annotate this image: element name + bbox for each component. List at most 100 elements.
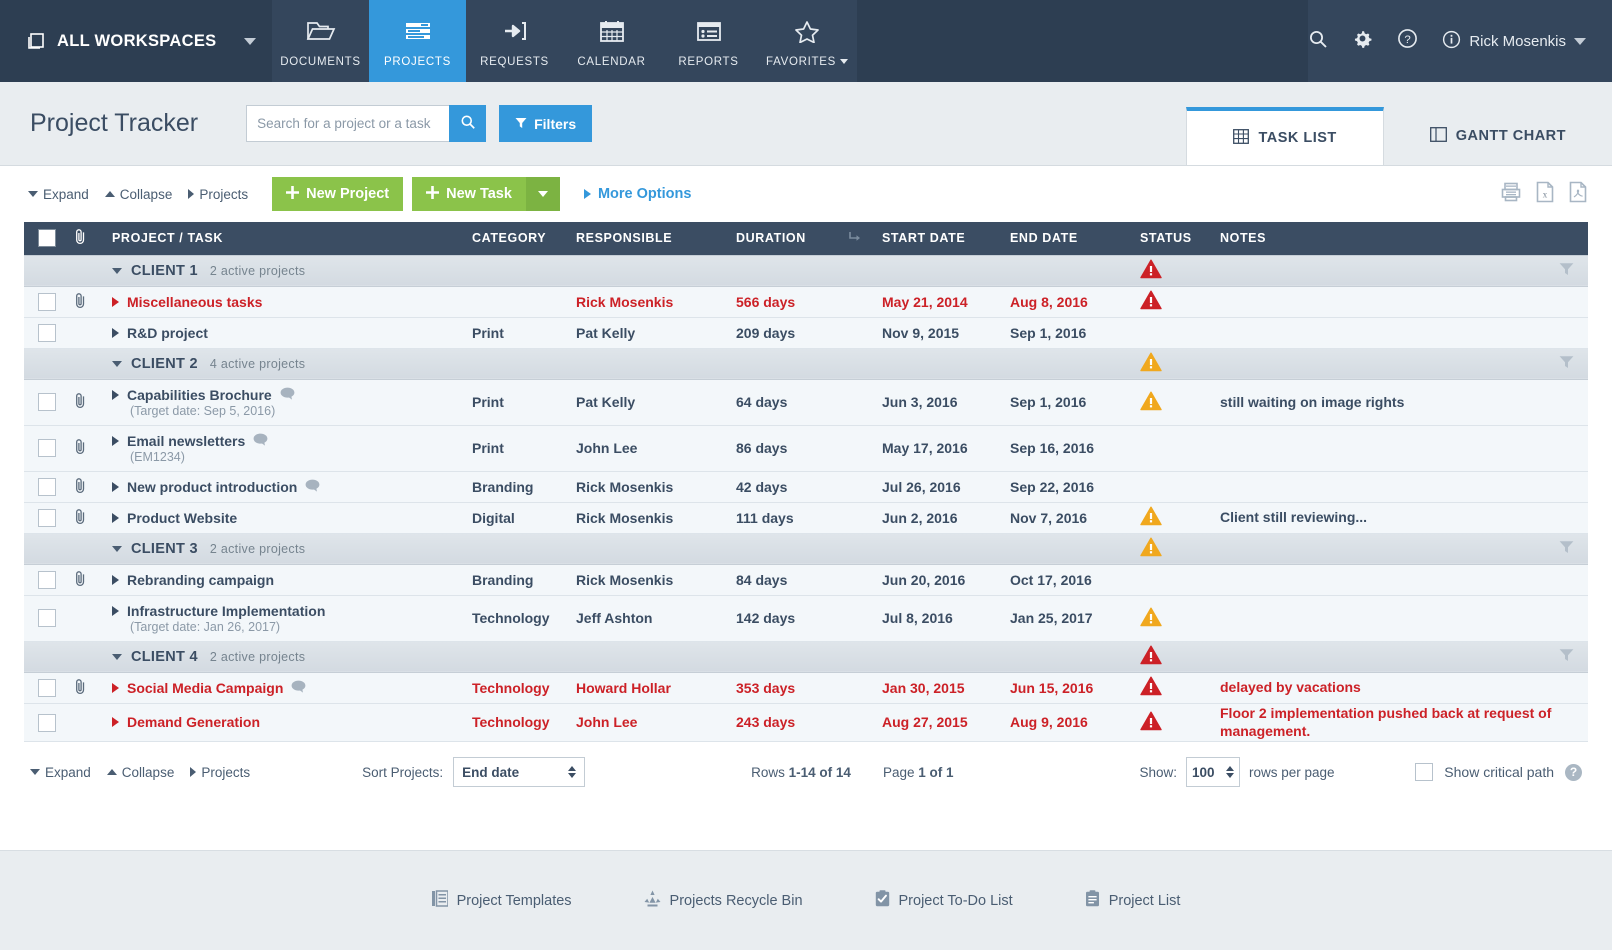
table-row[interactable]: Rebranding campaignBrandingRick Mosenkis… [24, 564, 1588, 595]
row-checkbox[interactable] [38, 439, 56, 457]
row-checkbox[interactable] [38, 478, 56, 496]
row-checkbox[interactable] [38, 679, 56, 697]
comment-bubble-icon[interactable] [305, 479, 320, 495]
group-row[interactable]: CLIENT 12 active projects [24, 255, 1588, 286]
column-header-start-date[interactable]: START DATE [876, 222, 1004, 255]
search-input[interactable] [246, 105, 449, 142]
new-task-dropdown-button[interactable] [526, 177, 560, 211]
paperclip-icon[interactable] [74, 682, 87, 698]
user-menu[interactable]: Rick Mosenkis [1442, 30, 1586, 53]
projects-link[interactable]: Projects [188, 187, 248, 202]
paperclip-icon[interactable] [74, 396, 87, 412]
group-toggle[interactable]: CLIENT 24 active projects [112, 356, 1128, 372]
new-task-button[interactable]: New Task [412, 177, 526, 211]
table-row[interactable]: Email newsletters(EM1234)PrintJohn Lee86… [24, 425, 1588, 471]
excel-export-icon[interactable]: x [1535, 181, 1555, 208]
expand-triangle-icon[interactable] [112, 575, 119, 585]
footer-collapse-link[interactable]: Collapse [107, 765, 175, 780]
new-project-button[interactable]: New Project [272, 177, 403, 211]
nav-item-reports[interactable]: REPORTS [660, 0, 757, 82]
expand-triangle-icon[interactable] [112, 482, 119, 492]
project-todo-list-link[interactable]: Project To-Do List [875, 890, 1013, 911]
group-row[interactable]: CLIENT 42 active projects [24, 641, 1588, 672]
paperclip-icon[interactable] [74, 481, 87, 497]
notes-cell[interactable] [1214, 286, 1588, 317]
select-all-checkbox[interactable] [38, 229, 56, 247]
project-name[interactable]: Product Website [112, 510, 460, 526]
project-name[interactable]: Demand Generation [112, 714, 460, 730]
column-header-responsible[interactable]: RESPONSIBLE [570, 222, 730, 255]
expand-triangle-icon[interactable] [112, 390, 119, 400]
table-row[interactable]: Capabilities Brochure(Target date: Sep 5… [24, 379, 1588, 425]
column-header-status[interactable]: STATUS [1134, 222, 1214, 255]
column-header-category[interactable]: CATEGORY [466, 222, 570, 255]
nav-item-requests[interactable]: REQUESTS [466, 0, 563, 82]
project-name[interactable]: Capabilities Brochure [112, 387, 460, 403]
expand-triangle-icon[interactable] [112, 606, 119, 616]
row-checkbox[interactable] [38, 293, 56, 311]
group-row[interactable]: CLIENT 32 active projects [24, 533, 1588, 564]
paperclip-icon[interactable] [74, 512, 87, 528]
notes-cell[interactable]: delayed by vacations [1214, 672, 1588, 703]
project-name[interactable]: Miscellaneous tasks [112, 294, 460, 310]
row-checkbox[interactable] [38, 571, 56, 589]
notes-cell[interactable] [1214, 471, 1588, 502]
project-name[interactable]: Email newsletters [112, 433, 460, 449]
collapse-link[interactable]: Collapse [105, 187, 173, 202]
filter-icon[interactable] [1559, 263, 1574, 279]
nav-item-projects[interactable]: PROJECTS [369, 0, 466, 82]
tab-gantt-chart[interactable]: GANTT CHART [1384, 107, 1612, 165]
project-name[interactable]: Infrastructure Implementation [112, 603, 460, 619]
help-icon[interactable]: ? [1397, 28, 1418, 54]
nav-item-favorites[interactable]: FAVORITES [757, 0, 857, 82]
search-button[interactable] [449, 105, 486, 142]
paperclip-icon[interactable] [74, 442, 87, 458]
print-icon[interactable] [1500, 181, 1522, 208]
project-name[interactable]: R&D project [112, 325, 460, 341]
nav-item-documents[interactable]: DOCUMENTS [272, 0, 369, 82]
group-toggle[interactable]: CLIENT 42 active projects [112, 649, 1128, 665]
paperclip-icon[interactable] [74, 574, 87, 590]
project-templates-link[interactable]: Project Templates [432, 890, 572, 911]
sort-projects-select[interactable]: End date [453, 757, 585, 787]
column-header-project-task[interactable]: PROJECT / TASK [106, 222, 466, 255]
expand-triangle-icon[interactable] [112, 328, 119, 338]
help-icon[interactable]: ? [1565, 764, 1582, 781]
project-name[interactable]: Social Media Campaign [112, 680, 460, 696]
comment-bubble-icon[interactable] [291, 680, 306, 696]
table-row[interactable]: Social Media CampaignTechnologyHoward Ho… [24, 672, 1588, 703]
search-icon[interactable] [1308, 29, 1328, 54]
notes-cell[interactable]: Client still reviewing... [1214, 502, 1588, 533]
table-row[interactable]: Infrastructure Implementation(Target dat… [24, 595, 1588, 641]
pdf-export-icon[interactable] [1568, 181, 1588, 208]
filter-icon[interactable] [1559, 649, 1574, 665]
project-list-link[interactable]: Project List [1085, 890, 1181, 911]
notes-cell[interactable] [1214, 425, 1588, 471]
filter-icon[interactable] [1559, 356, 1574, 372]
row-checkbox[interactable] [38, 609, 56, 627]
group-toggle[interactable]: CLIENT 12 active projects [112, 263, 1128, 279]
table-row[interactable]: New product introductionBrandingRick Mos… [24, 471, 1588, 502]
filter-icon[interactable] [1559, 541, 1574, 557]
notes-cell[interactable]: still waiting on image rights [1214, 379, 1588, 425]
column-header-notes[interactable]: NOTES [1214, 222, 1588, 255]
tab-task-list[interactable]: TASK LIST [1186, 107, 1383, 165]
nav-item-calendar[interactable]: CALENDAR [563, 0, 660, 82]
table-row[interactable]: Demand GenerationTechnologyJohn Lee243 d… [24, 703, 1588, 742]
table-row[interactable]: Product WebsiteDigitalRick Mosenkis111 d… [24, 502, 1588, 533]
project-name[interactable]: Rebranding campaign [112, 572, 460, 588]
filters-button[interactable]: Filters [499, 105, 592, 142]
comment-bubble-icon[interactable] [253, 433, 268, 449]
notes-cell[interactable]: Floor 2 implementation pushed back at re… [1214, 703, 1588, 742]
expand-link[interactable]: Expand [28, 187, 89, 202]
gear-icon[interactable] [1352, 28, 1373, 54]
table-row[interactable]: Miscellaneous tasksRick Mosenkis566 days… [24, 286, 1588, 317]
column-header-end-date[interactable]: END DATE [1004, 222, 1134, 255]
row-checkbox[interactable] [38, 509, 56, 527]
column-header-duration[interactable]: DURATION [730, 222, 842, 255]
show-critical-path-checkbox[interactable] [1415, 763, 1433, 781]
notes-cell[interactable] [1214, 317, 1588, 348]
notes-cell[interactable] [1214, 595, 1588, 641]
expand-triangle-icon[interactable] [112, 683, 119, 693]
more-options-link[interactable]: More Options [584, 186, 691, 202]
